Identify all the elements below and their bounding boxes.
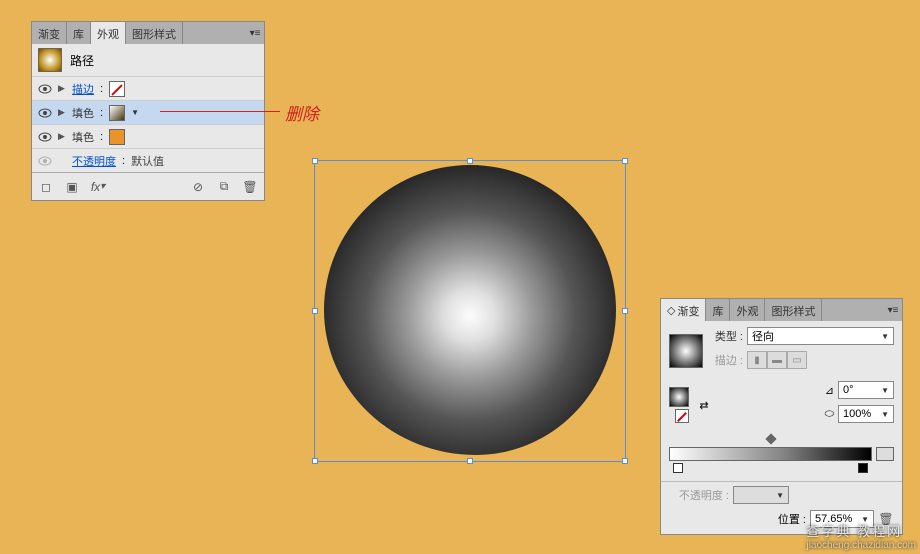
fill-row-1[interactable]: ▶ 填色 : ▼ <box>32 100 264 124</box>
duplicate-icon[interactable]: ⧉ <box>216 179 232 195</box>
new-art-icon[interactable]: ◻ <box>38 179 54 195</box>
fill-label: 填色 <box>72 129 94 145</box>
fx-icon[interactable]: fx▾ <box>90 179 106 195</box>
visibility-icon[interactable] <box>38 106 52 120</box>
aspect-field[interactable]: 100%▼ <box>838 405 894 423</box>
tab-graphic-styles[interactable]: 图形样式 <box>126 22 183 44</box>
path-label: 路径 <box>70 52 94 69</box>
stroke-label: 描边 : <box>709 352 743 368</box>
type-label: 类型 : <box>709 328 743 344</box>
swatch-dropdown-icon[interactable]: ▼ <box>131 108 139 117</box>
position-label: 位置 : <box>778 511 806 527</box>
type-dropdown[interactable]: 径向▼ <box>747 327 894 345</box>
opacity-value: 默认值 <box>131 153 164 169</box>
handle-ml[interactable] <box>312 308 318 314</box>
expand-icon[interactable]: ▶ <box>58 131 66 142</box>
expand-icon[interactable]: ▶ <box>58 107 66 118</box>
ramp-extend[interactable] <box>876 447 894 461</box>
handle-tm[interactable] <box>467 158 473 164</box>
panel-tabs: 渐变 库 外观 图形样式 ▾≡ <box>32 22 264 44</box>
handle-br[interactable] <box>622 458 628 464</box>
handle-tl[interactable] <box>312 158 318 164</box>
opacity-row[interactable]: 不透明度 : 默认值 <box>32 148 264 172</box>
visibility-icon-dim[interactable] <box>38 154 52 168</box>
fill-swatch[interactable] <box>669 387 689 407</box>
midpoint-stop[interactable] <box>765 433 776 444</box>
angle-field[interactable]: 0°▼ <box>838 381 894 399</box>
tab-gradient[interactable]: 渐变 <box>32 22 67 44</box>
layer-icon[interactable]: ▣ <box>64 179 80 195</box>
stroke-gradient-buttons: ▮ ▬ ▭ <box>747 351 807 369</box>
handle-bl[interactable] <box>312 458 318 464</box>
angle-icon: ⊿ <box>825 384 834 397</box>
gradient-preview[interactable] <box>669 334 703 368</box>
annotation-text: 删除 <box>285 100 319 125</box>
color-stop-white[interactable] <box>673 463 683 473</box>
tab-appearance[interactable]: 外观 <box>91 22 126 44</box>
annotation-line <box>160 111 280 112</box>
tab-graphic-styles[interactable]: 图形样式 <box>765 299 822 321</box>
stop-opacity-label: 不透明度 : <box>669 487 729 503</box>
selection-bbox <box>314 160 626 462</box>
stroke-swatch-none[interactable] <box>109 81 125 97</box>
watermark: 查字典 教程网 jiaocheng.chazidian.com <box>806 521 916 551</box>
tab-appearance[interactable]: 外观 <box>730 299 765 321</box>
panel-tabs: ◇渐变 库 外观 图形样式 ▾≡ <box>661 299 902 321</box>
panel-menu-icon[interactable]: ▾≡ <box>246 22 264 44</box>
stop-opacity-field[interactable]: ▼ <box>733 486 789 504</box>
panel-menu-icon[interactable]: ▾≡ <box>884 299 902 321</box>
path-thumbnail <box>38 48 62 72</box>
visibility-icon[interactable] <box>38 82 52 96</box>
chevron-down-icon: ▼ <box>881 332 889 341</box>
gradient-panel: ◇渐变 库 外观 图形样式 ▾≡ 类型 : 径向▼ 描边 : ▮ ▬ <box>660 298 903 535</box>
gradient-ramp[interactable] <box>669 447 872 461</box>
fill-swatch-gradient[interactable] <box>109 105 125 121</box>
stroke-mode-1[interactable]: ▮ <box>747 351 767 369</box>
stroke-mode-3[interactable]: ▭ <box>787 351 807 369</box>
clear-icon[interactable]: ⊘ <box>190 179 206 195</box>
handle-tr[interactable] <box>622 158 628 164</box>
color-stop-black[interactable] <box>858 463 868 473</box>
tab-library[interactable]: 库 <box>67 22 91 44</box>
fill-swatch-orange[interactable] <box>109 129 125 145</box>
reverse-gradient-icon[interactable]: ⇄ <box>695 396 713 414</box>
panel-footer: ◻ ▣ fx▾ ⊘ ⧉ 🗑 <box>32 172 264 200</box>
path-row: 路径 <box>32 44 264 76</box>
stroke-mode-2[interactable]: ▬ <box>767 351 787 369</box>
fill-row-2[interactable]: ▶ 填色 : <box>32 124 264 148</box>
stroke-label[interactable]: 描边 <box>72 81 94 97</box>
fill-label: 填色 <box>72 105 94 121</box>
ramp-stops <box>673 463 868 475</box>
tab-gradient[interactable]: ◇渐变 <box>661 299 706 321</box>
visibility-icon[interactable] <box>38 130 52 144</box>
handle-mr[interactable] <box>622 308 628 314</box>
expand-icon[interactable]: ▶ <box>58 83 66 94</box>
aspect-icon: ⬭ <box>825 408 834 421</box>
opacity-label[interactable]: 不透明度 <box>72 153 116 169</box>
trash-icon[interactable]: 🗑 <box>242 179 258 195</box>
handle-bm[interactable] <box>467 458 473 464</box>
tab-library[interactable]: 库 <box>706 299 730 321</box>
ramp-midpoints <box>673 435 868 443</box>
stroke-row[interactable]: ▶ 描边 : <box>32 76 264 100</box>
stroke-swatch[interactable] <box>675 409 689 423</box>
